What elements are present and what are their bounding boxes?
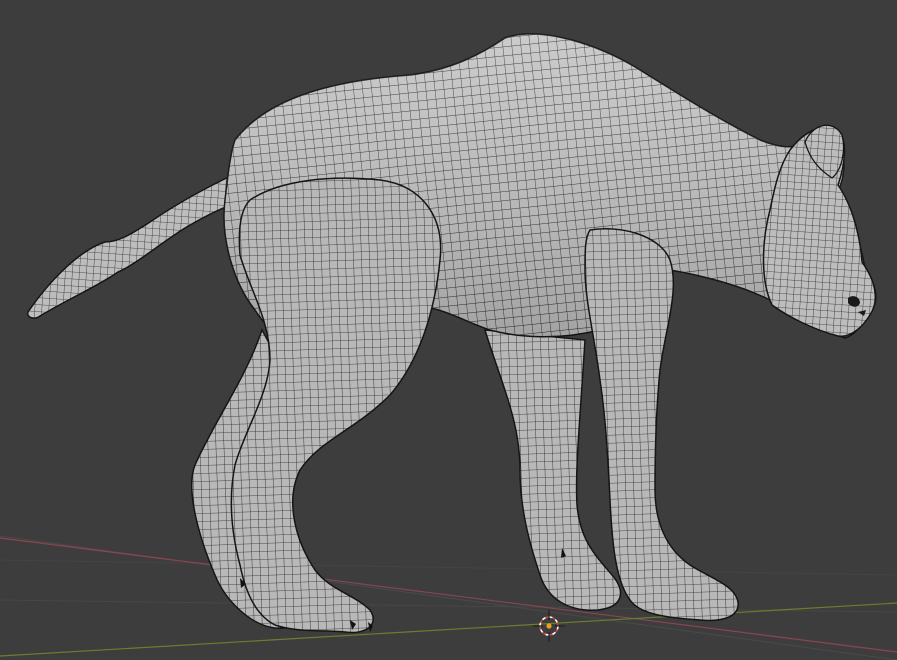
object-origin-dot: [546, 623, 552, 629]
3d-cursor[interactable]: [533, 610, 565, 642]
near-hind-leg[interactable]: [230, 177, 442, 634]
tail[interactable]: [26, 167, 262, 319]
x-axis-line: [0, 537, 897, 653]
viewport-canvas[interactable]: [0, 0, 897, 660]
near-front-leg[interactable]: [584, 228, 739, 622]
3d-viewport[interactable]: [0, 0, 897, 660]
y-axis-line: [0, 602, 897, 657]
